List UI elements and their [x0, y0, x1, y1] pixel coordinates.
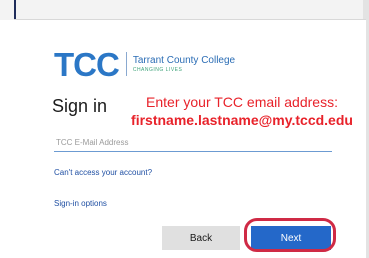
college-tagline: CHANGING LIVES	[132, 66, 183, 73]
tcc-logo: TCC Tarrant County College CHANGING LIVE…	[54, 46, 235, 82]
logo-mark: TCC	[54, 45, 120, 83]
instruction-annotation: Enter your TCC email address: firstname.…	[118, 93, 366, 129]
page-title: Sign in	[52, 96, 108, 116]
college-name: Tarrant County College	[132, 54, 236, 66]
email-field[interactable]	[54, 133, 332, 152]
back-button[interactable]: Back	[162, 226, 240, 250]
annotation-line-1: Enter your TCC email address:	[146, 94, 338, 110]
annotation-line-2: firstname.lastname@my.tccd.edu	[131, 112, 353, 128]
highlight-circle	[244, 218, 336, 252]
logo-divider	[125, 52, 127, 76]
logo-text: Tarrant County College CHANGING LIVES	[133, 55, 235, 74]
window-top-strip	[0, 0, 369, 20]
signin-options-link[interactable]: Sign-in options	[54, 199, 107, 208]
cant-access-account-link[interactable]: Can't access your account?	[54, 168, 152, 177]
dialog-top-border	[14, 19, 366, 20]
